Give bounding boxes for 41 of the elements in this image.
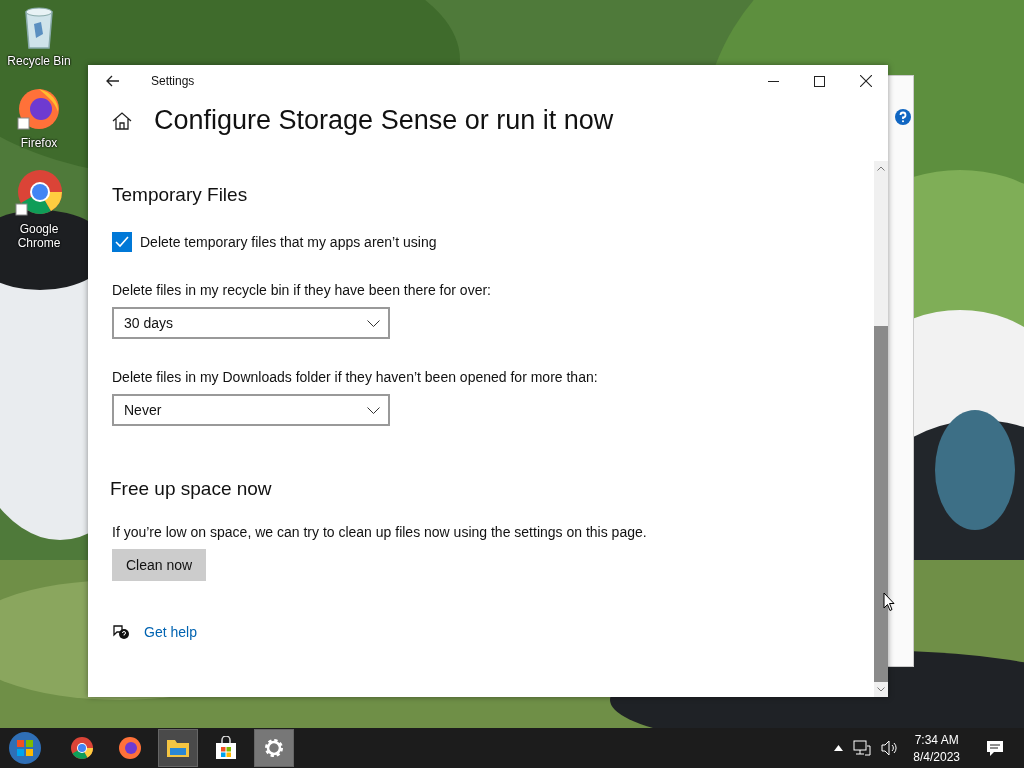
network-icon[interactable]: [853, 740, 872, 756]
dropdown-label: Delete files in my recycle bin if they have been there for over:: [112, 282, 491, 298]
scroll-up-icon[interactable]: [877, 166, 885, 171]
desktop-icon-label: Firefox: [19, 136, 59, 150]
checkbox-label: Delete temporary files that my apps aren’t using: [140, 234, 437, 250]
firefox-icon[interactable]: [16, 86, 62, 132]
chrome-icon: [70, 736, 94, 760]
section-title: Temporary Files: [112, 184, 248, 206]
chevron-down-icon: [367, 406, 380, 414]
description-text: If you’re low on space, we can try to clean up files now using the settings on this page.: [112, 524, 647, 540]
dropdown[interactable]: Never: [112, 394, 390, 426]
gear-icon: [263, 737, 285, 759]
chrome-icon[interactable]: [14, 168, 64, 218]
start-button-icon[interactable]: [8, 731, 42, 765]
dropdown-label: Delete files in my Downloads folder if they haven’t been opened for more than:: [112, 369, 598, 385]
notification-icon[interactable]: [986, 739, 1004, 757]
clean-now-button[interactable]: Clean now: [112, 549, 207, 581]
checkbox[interactable]: [112, 232, 132, 252]
page-heading: Configure Storage Sense or run it now: [154, 105, 614, 136]
mouse-cursor-icon: [883, 592, 895, 612]
shopping-bag-icon: [215, 736, 237, 760]
chevron-down-icon: [367, 319, 380, 327]
back-arrow-icon[interactable]: [106, 75, 120, 87]
section-title: Free up space now: [110, 478, 272, 500]
show-hidden-icons-icon[interactable]: [834, 745, 844, 751]
dropdown[interactable]: 30 days: [112, 307, 390, 339]
scroll-down-icon[interactable]: [877, 687, 885, 692]
desktop-icon-label: Recycle Bin: [6, 54, 72, 68]
help-chat-icon[interactable]: [112, 624, 130, 640]
desktop-icon-label: Google Chrome: [16, 222, 62, 250]
window-title: Settings: [151, 74, 195, 88]
home-icon[interactable]: [112, 111, 132, 130]
clock[interactable]: 7:34 AM 8/4/2023: [913, 732, 960, 764]
get-help-link[interactable]: Get help: [144, 624, 197, 640]
folder-icon: [166, 737, 190, 759]
close-icon[interactable]: [860, 75, 872, 87]
speaker-icon[interactable]: [881, 740, 900, 756]
scrollbar[interactable]: [874, 161, 888, 697]
maximize-icon[interactable]: [814, 75, 825, 87]
firefox-icon: [118, 736, 142, 760]
help-icon[interactable]: [895, 109, 911, 125]
